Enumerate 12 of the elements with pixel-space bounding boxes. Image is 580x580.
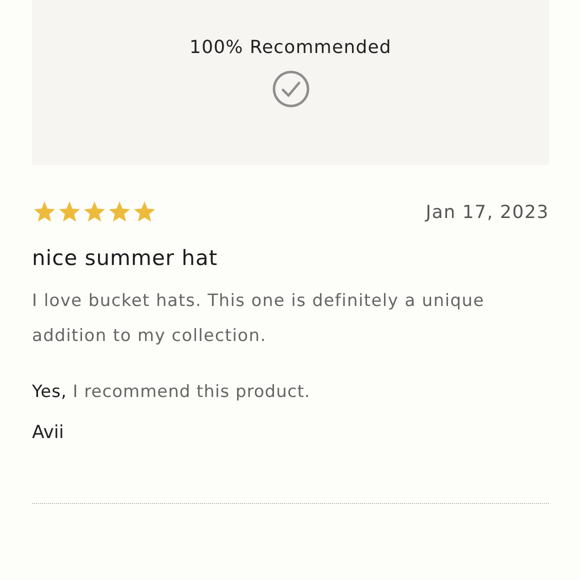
reviewer-name: Avii <box>32 422 65 443</box>
review-text: I love bucket hats. This one is definitely a unique addition to my collection. <box>32 290 486 348</box>
recommended-percentage: 100% Recommended <box>190 37 392 58</box>
check-circle-icon <box>272 70 310 108</box>
recommendation-text: Yes, I recommend this product. <box>32 382 312 402</box>
star-icon <box>32 200 57 224</box>
star-icon <box>132 200 157 224</box>
star-icon <box>107 200 132 224</box>
review-title: nice summer hat <box>32 246 219 270</box>
review-date: Jan 17, 2023 <box>426 202 549 222</box>
star-icon <box>82 200 107 224</box>
star-icon <box>57 200 82 224</box>
